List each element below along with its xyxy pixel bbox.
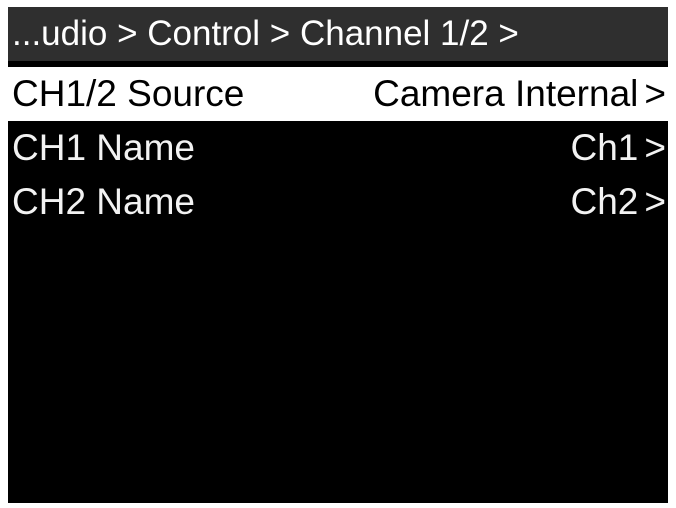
chevron-right-icon: > <box>644 127 666 168</box>
chevron-right-icon: > <box>644 73 666 114</box>
menu-item-value: Ch2 > <box>571 181 667 223</box>
menu-item-value-text: Ch1 <box>570 127 639 168</box>
menu-item-label: CH1 Name <box>12 127 195 168</box>
menu-item-value-text: Ch2 <box>570 181 639 222</box>
menu-item-value: Ch1 > <box>571 127 667 169</box>
menu-item-ch2-name[interactable]: CH2 Name Ch2 > <box>8 175 668 229</box>
menu-item-label: CH1/2 Source <box>12 73 245 114</box>
menu-list: CH1/2 Source Camera Internal > CH1 Name … <box>8 67 668 229</box>
menu-item-label: CH2 Name <box>12 181 195 222</box>
menu-item-ch1-name[interactable]: CH1 Name Ch1 > <box>8 121 668 175</box>
chevron-right-icon: > <box>644 181 666 222</box>
menu-item-value: Camera Internal > <box>373 73 666 115</box>
menu-item-value-text: Camera Internal <box>373 73 639 114</box>
camera-menu-screen: ...udio > Control > Channel 1/2 > CH1/2 … <box>8 7 668 503</box>
menu-item-ch12-source[interactable]: CH1/2 Source Camera Internal > <box>8 67 668 121</box>
breadcrumb: ...udio > Control > Channel 1/2 > <box>8 7 668 61</box>
